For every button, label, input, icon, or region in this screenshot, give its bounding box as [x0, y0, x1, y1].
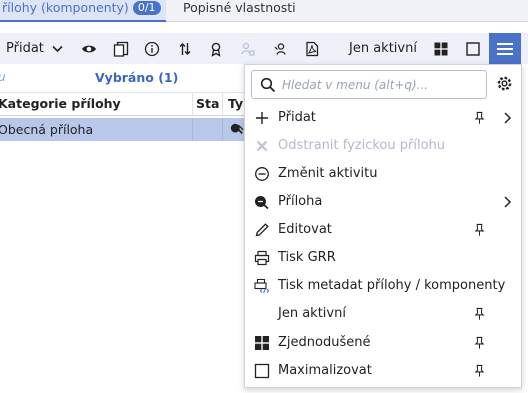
menu-search-box[interactable] [251, 70, 487, 99]
menu-item-maximize[interactable]: Maximalizovat [245, 357, 521, 385]
chevron-right-icon [504, 112, 512, 124]
minus-circle-icon [254, 166, 270, 182]
context-menu: Přidat Odstranit fyzickou přílohu Změnit… [244, 64, 522, 388]
column-separator[interactable] [222, 93, 223, 115]
pin-icon[interactable] [473, 223, 486, 237]
menu-item-label: Odstranit fyzickou přílohu [278, 138, 446, 153]
add-button[interactable]: Přidat [6, 33, 63, 64]
selected-count-link[interactable]: Vybráno (1) [95, 70, 178, 85]
pin-icon[interactable] [473, 364, 486, 378]
only-active-toggle[interactable]: Jen aktivní [349, 33, 417, 64]
view-eye-icon[interactable] [78, 33, 100, 64]
search-icon [260, 77, 276, 93]
pdf-icon[interactable] [301, 33, 323, 64]
hamburger-icon [497, 42, 513, 55]
menu-item-remove-physical-attachment[interactable]: Odstranit fyzickou přílohu [245, 132, 521, 160]
hamburger-menu-button[interactable] [489, 33, 521, 64]
attachment-type-icon [230, 123, 244, 134]
cell-category: Obecná příloha [0, 122, 94, 137]
menu-item-label: Tisk GRR [278, 250, 336, 265]
column-header-type[interactable]: Ty [228, 96, 243, 111]
menu-search-input[interactable] [282, 75, 482, 95]
grid-header: Kategorie přílohy Sta Ty [0, 92, 250, 116]
grid-view-icon[interactable] [430, 33, 452, 64]
menu-item-change-activity[interactable]: Změnit aktivitu [245, 160, 521, 188]
filter-text[interactable]: u [0, 70, 6, 84]
chevron-down-icon [52, 45, 63, 52]
column-separator [192, 118, 193, 141]
menu-item-label: Zjednodušené [278, 335, 371, 350]
attachment-icon [254, 194, 270, 210]
tab-descriptive-properties[interactable]: Popisné vlastnosti [183, 0, 296, 22]
toolbar: Přidat Jen aktivní [0, 33, 528, 64]
pin-icon[interactable] [473, 307, 486, 321]
column-separator [222, 118, 223, 141]
column-header-status[interactable]: Sta [196, 96, 219, 111]
menu-item-label: Tisk metadat přílohy / komponenty [278, 278, 506, 293]
menu-item-add[interactable]: Přidat [245, 104, 521, 132]
menu-item-label: Příloha [278, 194, 323, 209]
copy-icon[interactable] [110, 33, 132, 64]
x-icon [254, 138, 270, 154]
add-button-label: Přidat [6, 41, 44, 56]
tab-attachments[interactable]: řílohy (komponenty) 0/1 [0, 0, 166, 22]
plus-icon [254, 110, 270, 126]
pencil-icon [254, 222, 270, 238]
printer-icon [254, 250, 270, 266]
menu-item-label: Editovat [278, 222, 332, 237]
menu-item-simplified[interactable]: Zjednodušené [245, 329, 521, 357]
user-tag-icon[interactable] [237, 33, 259, 64]
table-row[interactable]: Obecná příloha [0, 118, 250, 141]
user-return-icon[interactable] [270, 33, 292, 64]
info-icon[interactable] [141, 33, 163, 64]
menu-item-edit[interactable]: Editovat [245, 216, 521, 244]
sort-arrows-icon[interactable] [174, 33, 196, 64]
column-separator[interactable] [192, 93, 193, 115]
tab-attachments-label: řílohy (komponenty) [2, 0, 129, 15]
menu-item-label: Maximalizovat [278, 363, 372, 378]
menu-item-label: Přidat [278, 110, 316, 125]
award-icon[interactable] [205, 33, 227, 64]
menu-item-attachment[interactable]: Příloha [245, 188, 521, 216]
pin-icon[interactable] [473, 336, 486, 350]
grid-icon [254, 335, 270, 351]
menu-item-only-active[interactable]: Jen aktivní [245, 300, 521, 328]
menu-item-label: Jen aktivní [278, 306, 346, 321]
filter-row: u Vybráno (1) [0, 69, 250, 89]
maximize-icon[interactable] [462, 33, 484, 64]
pin-icon[interactable] [473, 111, 486, 125]
menu-item-print-grr[interactable]: Tisk GRR [245, 244, 521, 272]
column-header-category[interactable]: Kategorie přílohy [0, 96, 121, 111]
tab-attachments-badge: 0/1 [132, 1, 161, 15]
gear-icon[interactable] [496, 75, 513, 92]
square-icon [254, 363, 270, 379]
tab-bar: řílohy (komponenty) 0/1 Popisné vlastnost… [0, 0, 528, 22]
menu-item-print-metadata[interactable]: Tisk metadat přílohy / komponenty [245, 272, 521, 300]
menu-item-label: Změnit aktivitu [278, 166, 378, 181]
chevron-right-icon [504, 196, 512, 208]
printer-code-icon [254, 278, 270, 294]
